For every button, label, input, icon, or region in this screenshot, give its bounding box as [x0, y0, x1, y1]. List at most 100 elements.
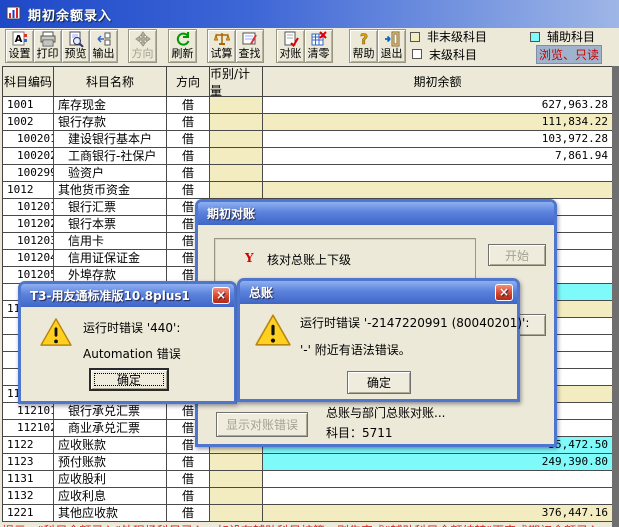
- app-window: 期初余额录入 A 设置 打印 预览 输出 方向 刷新 试算 查找 对账 清零? 帮助 退出 非末级科目 …: [0, 0, 619, 527]
- toolbar-button-label: 试算: [210, 47, 233, 60]
- cell-opening-balance[interactable]: 376,447.16: [263, 505, 613, 522]
- cell-opening-balance[interactable]: 7,861.94: [263, 148, 613, 165]
- cell-account-name: 信用证保证金: [54, 250, 167, 267]
- cell-account-name: 信用卡: [54, 233, 167, 250]
- reconcile-dialog-titlebar[interactable]: 期初对账: [198, 202, 554, 225]
- settings-icon: A: [12, 31, 28, 47]
- cell-currency: [210, 471, 263, 488]
- cell-account-code: 101201: [3, 199, 54, 216]
- toolbar-button-export[interactable]: 输出: [89, 29, 118, 63]
- cell-account-code: 101204: [3, 250, 54, 267]
- cell-account-name: 银行本票: [54, 216, 167, 233]
- cell-account-code: 1132: [3, 488, 54, 505]
- toolbar-button-refresh[interactable]: 刷新: [168, 29, 197, 63]
- table-header: 科目编码 科目名称 方向 币别/计量 期初余额: [3, 66, 613, 98]
- cell-currency: [210, 505, 263, 522]
- cell-currency: [210, 454, 263, 471]
- cell-direction: 借: [167, 182, 210, 199]
- toolbar-button-print[interactable]: 打印: [33, 29, 62, 63]
- cell-direction: 借: [167, 471, 210, 488]
- toolbar-button-find[interactable]: 查找: [235, 29, 264, 63]
- show-reconcile-errors-button[interactable]: 显示对账错误: [216, 412, 308, 437]
- cell-opening-balance[interactable]: 103,972.28: [263, 131, 613, 148]
- direction-icon: [134, 31, 151, 47]
- table-row[interactable]: 1221 其他应收款借 376,447.16: [3, 505, 613, 522]
- header-name: 科目名称: [54, 66, 167, 97]
- table-row[interactable]: 1001 库存现金借 627,963.28: [3, 97, 613, 114]
- t3-ok-button[interactable]: 确定: [89, 368, 169, 391]
- toolbar-button-settings[interactable]: A 设置: [5, 29, 34, 63]
- toolbar-button-reconcile[interactable]: 对账: [276, 29, 305, 63]
- gl-ok-button[interactable]: 确定: [347, 371, 411, 394]
- cell-opening-balance[interactable]: [263, 182, 613, 199]
- table-row[interactable]: 100299 验资户借: [3, 165, 613, 182]
- gl-error-title: 总账: [249, 286, 274, 300]
- cell-account-name: 银行汇票: [54, 199, 167, 216]
- cell-account-name: 其他应收款: [54, 505, 167, 522]
- cell-direction: 借: [167, 454, 210, 471]
- cell-currency: [210, 488, 263, 505]
- toolbar-button-trial-balance[interactable]: 试算: [207, 29, 236, 63]
- toolbar-button-label: 退出: [380, 47, 403, 60]
- readonly-badge: 浏览、只读: [536, 45, 603, 64]
- header-balance: 期初余额: [263, 66, 613, 97]
- non-leaf-label: 非末级科目: [427, 30, 488, 44]
- toolbar-button-direction: 方向: [128, 29, 157, 63]
- cell-opening-balance[interactable]: [263, 165, 613, 182]
- cell-opening-balance[interactable]: 627,963.28: [263, 97, 613, 114]
- t3-error-dialog: T3-用友通标准版10.8plus1 × 运行时错误 '440': Automa…: [18, 281, 237, 404]
- cell-currency: [210, 114, 263, 131]
- start-button[interactable]: 开始: [488, 244, 546, 266]
- cell-direction: 借: [167, 488, 210, 505]
- t3-error-line1: 运行时错误 '440':: [83, 321, 181, 335]
- cell-currency: [210, 182, 263, 199]
- leaf-swatch: [412, 49, 422, 59]
- close-icon[interactable]: ×: [212, 287, 230, 304]
- table-row[interactable]: 100202 工商银行-社保户借 7,861.94: [3, 148, 613, 165]
- reconcile-dialog-title: 期初对账: [207, 207, 256, 221]
- window-titlebar: 期初余额录入: [0, 0, 619, 28]
- cell-currency: [210, 148, 263, 165]
- window-title: 期初余额录入: [28, 8, 113, 24]
- warning-icon: [39, 317, 73, 350]
- toolbar-button-label: 预览: [64, 47, 87, 60]
- table-row[interactable]: 100201 建设银行基本户借 103,972.28: [3, 131, 613, 148]
- svg-text:A: A: [14, 34, 22, 45]
- cell-account-name: 其他货币资金: [54, 182, 167, 199]
- toolbar-button-label: 清零: [307, 47, 330, 60]
- close-icon[interactable]: ×: [495, 284, 513, 301]
- cell-opening-balance[interactable]: 111,834.22: [263, 114, 613, 131]
- table-row[interactable]: 1132 应收利息借: [3, 488, 613, 505]
- table-row[interactable]: 1012 其他货币资金借: [3, 182, 613, 199]
- check-item-label: 核对总账上下级: [267, 253, 352, 267]
- cell-account-code: 1001: [3, 97, 54, 114]
- cell-account-name: 库存现金: [54, 97, 167, 114]
- t3-error-titlebar[interactable]: T3-用友通标准版10.8plus1 ×: [21, 284, 234, 307]
- preview-icon: [68, 31, 84, 48]
- cell-opening-balance[interactable]: [263, 488, 613, 505]
- gl-error-titlebar[interactable]: 总账 ×: [240, 281, 517, 304]
- toolbar-button-preview[interactable]: 预览: [61, 29, 90, 63]
- reconcile-icon: [283, 31, 299, 48]
- cell-account-name: 验资户: [54, 165, 167, 182]
- cell-account-name: 预付账款: [54, 454, 167, 471]
- gl-error-dialog: 总账 × 运行时错误 '-2147220991 (80040201)': '-'…: [237, 278, 529, 402]
- cell-direction: 借: [167, 505, 210, 522]
- table-row[interactable]: 1131 应收股利借: [3, 471, 613, 488]
- reconcile-status-line2: 科目：5711: [326, 426, 393, 440]
- cell-direction: 借: [167, 131, 210, 148]
- toolbar-button-label: 设置: [8, 47, 31, 60]
- cell-opening-balance[interactable]: [263, 471, 613, 488]
- toolbar-button-label: 方向: [131, 47, 154, 60]
- cell-direction: 借: [167, 148, 210, 165]
- cell-opening-balance[interactable]: 249,390.80: [263, 454, 613, 471]
- toolbar-button-clear-zero[interactable]: 清零: [304, 29, 333, 63]
- table-row[interactable]: 1002 银行存款借 111,834.22: [3, 114, 613, 131]
- toolbar-button-help[interactable]: ? 帮助: [349, 29, 378, 63]
- cell-account-name: 工商银行-社保户: [54, 148, 167, 165]
- t3-error-title: T3-用友通标准版10.8plus1: [30, 289, 190, 303]
- find-icon: [242, 31, 258, 47]
- table-row[interactable]: 1123 预付账款借 249,390.80: [3, 454, 613, 471]
- toolbar-button-exit[interactable]: 退出: [377, 29, 406, 63]
- cell-account-code: 100202: [3, 148, 54, 165]
